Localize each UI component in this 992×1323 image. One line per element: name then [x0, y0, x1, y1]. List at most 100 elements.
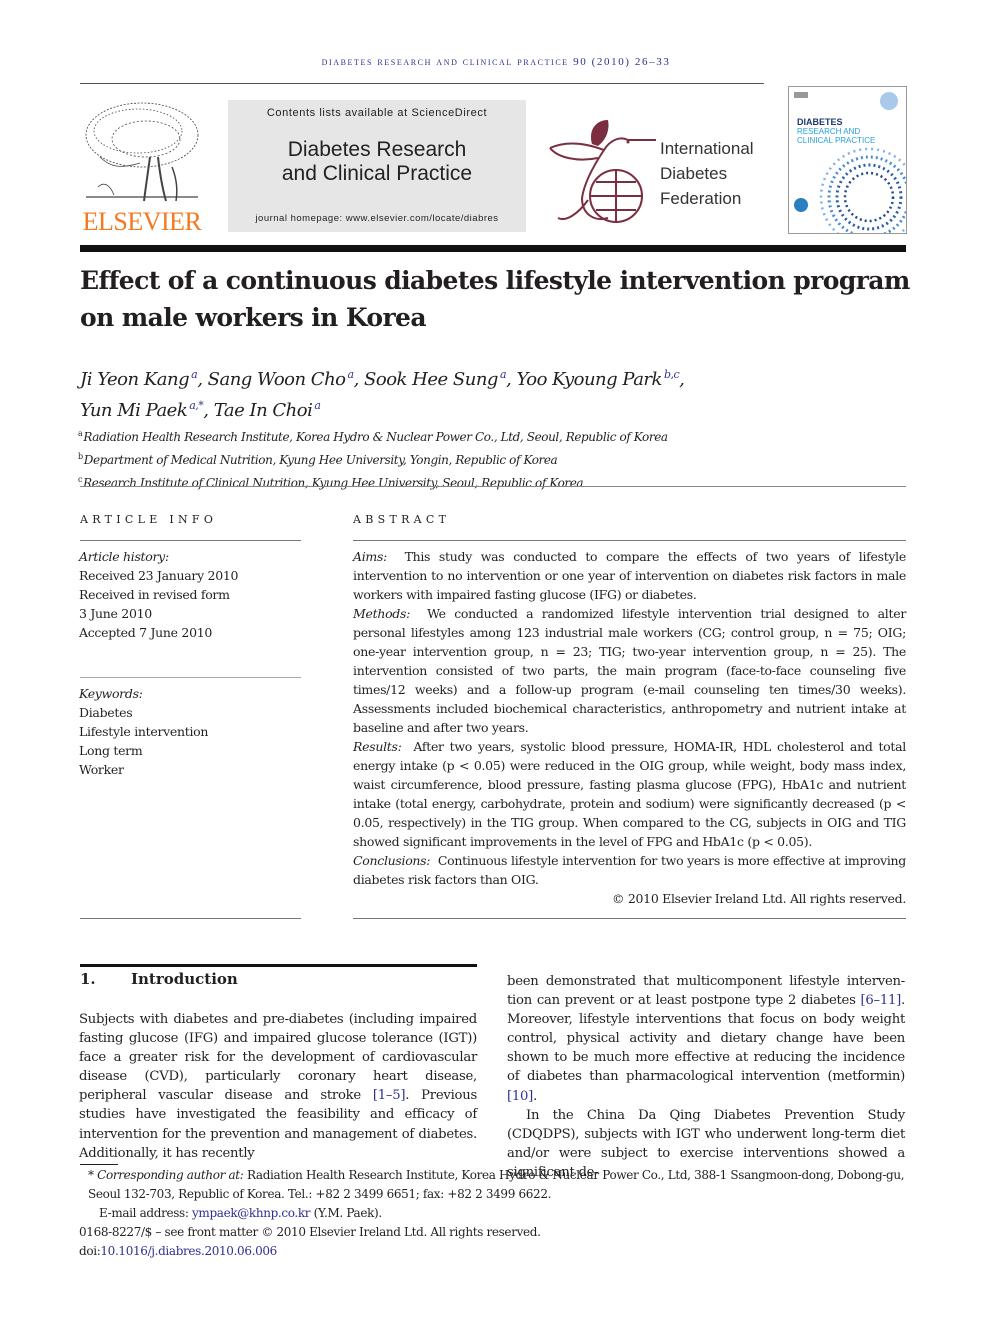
article-title: Effect of a continuous diabetes lifestyl… [80, 262, 910, 336]
footnotes: * Corresponding author at: Radiation Hea… [79, 1166, 909, 1261]
results-text: After two years, systolic blood pressure… [353, 739, 906, 849]
affiliation-b: bDepartment of Medical Nutrition, Kyung … [78, 447, 908, 470]
corresponding-label: Corresponding author at: [97, 1168, 244, 1182]
doi-label: doi: [79, 1244, 101, 1258]
email-suffix: (Y.M. Paek). [310, 1206, 383, 1220]
affiliation-key: c [78, 475, 83, 484]
contents-available-text[interactable]: Contents lists available at ScienceDirec… [228, 107, 526, 119]
author-affil-sup[interactable]: b,c [664, 368, 680, 381]
idf-line1: International [660, 139, 754, 158]
history-item: 3 June 2010 [79, 606, 152, 621]
cover-title-diabetes: DIABETES [797, 117, 843, 127]
elsevier-tree-icon [85, 102, 199, 202]
paragraph-text: been demonstrated that multicomponent li… [507, 974, 905, 1009]
doi-link[interactable]: 10.1016/j.diabres.2010.06.006 [100, 1244, 277, 1258]
citation-link[interactable]: [10] [507, 1089, 533, 1104]
cover-art-icon [794, 92, 906, 233]
paragraph: been demonstrated that multicomponent li… [507, 972, 905, 1106]
keyword: Diabetes [79, 705, 133, 720]
keywords-label: Keywords: [79, 686, 143, 701]
affiliations: aRadiation Health Research Institute, Ko… [78, 424, 908, 493]
paragraph: Subjects with diabetes and pre-diabetes … [79, 1010, 477, 1163]
abstract-results: Results: After two years, systolic blood… [353, 737, 906, 851]
affiliation-key: a [78, 429, 83, 438]
abstract-copyright: © 2010 Elsevier Ireland Ltd. All rights … [612, 891, 906, 906]
author-name[interactable]: Ji Yeon Kang [80, 369, 190, 390]
front-matter-note: 0168-8227/$ – see front matter © 2010 El… [79, 1225, 541, 1239]
article-title-line1: Effect of a continuous diabetes lifestyl… [80, 266, 910, 295]
article-info-heading: ARTICLE INFO [80, 513, 218, 526]
citation-link[interactable]: [6–11] [860, 993, 901, 1008]
author-name[interactable]: Yun Mi Paek [80, 400, 188, 421]
aims-label: Aims: [353, 549, 388, 564]
conclusions-label: Conclusions: [353, 853, 431, 868]
idf-line3: Federation [660, 189, 742, 208]
affiliation-text: Radiation Health Research Institute, Kor… [83, 430, 668, 444]
hummingbird-globe-icon [549, 120, 656, 223]
abstract-divider-top [353, 540, 906, 541]
affiliation-text: Department of Medical Nutrition, Kyung H… [83, 453, 558, 467]
journal-cover-thumbnail[interactable]: DIABETES RESEARCH AND CLINICAL PRACTICE [788, 86, 907, 234]
body-column-right: been demonstrated that multicomponent li… [507, 972, 905, 1182]
results-label: Results: [353, 739, 402, 754]
journal-title-line2: and Clinical Practice [281, 162, 473, 185]
article-info-divider-top [80, 540, 301, 541]
header-divider [80, 83, 764, 84]
conclusions-text: Continuous lifestyle intervention for tw… [353, 853, 906, 887]
author-separator: , [679, 369, 685, 390]
cover-title-line3: CLINICAL PRACTICE [797, 136, 876, 145]
keyword: Lifestyle intervention [79, 724, 209, 739]
email-link[interactable]: ympaek@khnp.co.kr [192, 1206, 311, 1220]
paragraph-text: . [533, 1088, 538, 1104]
affiliation-divider [80, 486, 906, 487]
author-name[interactable]: Tae In Choi [214, 400, 313, 421]
idf-line2: Diabetes [660, 164, 728, 183]
article-title-line2: on male workers in Korea [80, 303, 427, 332]
journal-homepage-link[interactable]: journal homepage: www.elsevier.com/locat… [228, 213, 526, 224]
author-separator: , [197, 369, 208, 390]
article-history-label: Article history: [79, 549, 169, 564]
sciencedirect-banner: Contents lists available at ScienceDirec… [228, 100, 526, 232]
affiliation-key: b [78, 452, 83, 461]
body-column-left: Subjects with diabetes and pre-diabetes … [79, 1010, 477, 1163]
cover-title-line2: RESEARCH AND [797, 127, 861, 136]
author-name[interactable]: Sang Woon Cho [208, 369, 346, 390]
author-name[interactable]: Yoo Kyoung Park [516, 369, 662, 390]
elsevier-logo[interactable]: ELSEVIER [80, 97, 204, 237]
history-item: Accepted 7 June 2010 [79, 625, 213, 640]
abstract-methods: Methods: We conducted a randomized lifes… [353, 604, 906, 737]
author-affil-sup[interactable]: a,* [189, 399, 204, 412]
footnote-rule [80, 1164, 118, 1165]
elsevier-wordmark: ELSEVIER [82, 207, 202, 236]
aims-text: This study was conducted to compare the … [353, 549, 906, 602]
author-separator: , [506, 369, 517, 390]
idf-logo [548, 118, 658, 228]
citation-link[interactable]: [1–5] [373, 1088, 406, 1103]
affiliation-a: aRadiation Health Research Institute, Ko… [78, 424, 908, 447]
keyword: Long term [79, 743, 143, 758]
section-rule [80, 964, 477, 967]
author-separator: , [353, 369, 365, 390]
author-name[interactable]: Sook Hee Sung [364, 369, 498, 390]
email-label: E-mail address: [99, 1206, 192, 1220]
article-history: Article history: Received 23 January 201… [79, 547, 309, 642]
header-thick-rule [80, 245, 906, 252]
history-item: Received in revised form [79, 587, 230, 602]
abstract-divider-bottom [353, 918, 906, 919]
abstract-heading: ABSTRACT [353, 513, 451, 526]
methods-label: Methods: [353, 606, 411, 621]
author-list: Ji Yeon Kang a, Sang Woon Cho a, Sook Hee … [80, 362, 910, 424]
article-info-divider-mid [80, 677, 301, 678]
author-affil-sup[interactable]: a [314, 399, 321, 412]
email-note: E-mail address: ympaek@khnp.co.kr (Y.M. … [79, 1204, 909, 1223]
article-info-divider-bottom [80, 918, 301, 919]
footnote-star: * [88, 1168, 94, 1182]
cover-title-rest: RESEARCH AND CLINICAL PRACTICE [797, 127, 875, 145]
keyword: Worker [79, 762, 124, 777]
journal-title: Diabetes Research and Clinical Practice [228, 138, 526, 186]
author-separator: , [203, 400, 214, 421]
affiliation-text: Research Institute of Clinical Nutrition… [83, 476, 584, 490]
keywords: Keywords: Diabetes Lifestyle interventio… [79, 684, 309, 779]
journal-title-line1: Diabetes Research [287, 138, 467, 161]
abstract-conclusions: Conclusions: Continuous lifestyle interv… [353, 851, 906, 889]
